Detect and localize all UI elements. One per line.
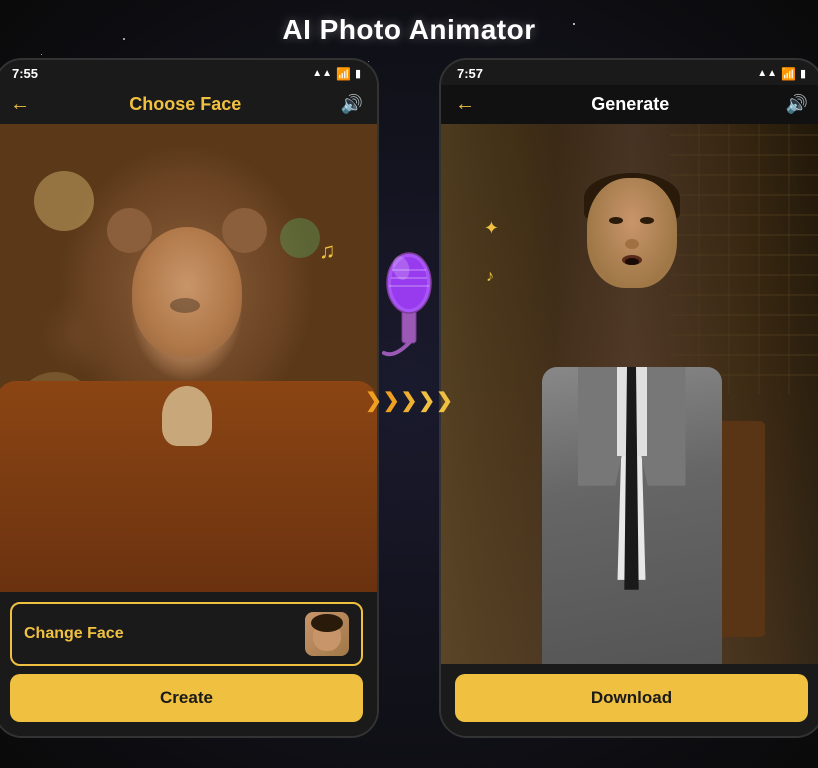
right-phone-bottom: Download [441, 664, 818, 736]
arrow-1-icon: ❯ [365, 388, 382, 413]
left-app-header: ← Choose Face 🔊 [0, 85, 377, 124]
change-face-button[interactable]: Change Face [10, 602, 363, 666]
right-status-bar: 7:57 ▲▲ 📶 ▮ [441, 60, 818, 85]
phones-container: 7:55 ▲▲ 📶 ▮ ← Choose Face 🔊 [0, 58, 818, 738]
suit-body [542, 367, 722, 664]
costume-body [0, 381, 377, 592]
arrow-2-icon: ❯ [383, 388, 400, 413]
change-face-label: Change Face [24, 625, 124, 643]
right-app-header: ← Generate 🔊 [441, 85, 818, 124]
arrow-4-icon: ❯ [418, 388, 435, 413]
microphone-svg [374, 248, 444, 358]
suit-man-image [441, 124, 818, 664]
window-light [441, 124, 555, 664]
microphone-decoration: ✦ ♫ ♪ ❯ ❯ [374, 248, 444, 363]
right-status-time: 7:57 [457, 66, 483, 81]
left-status-time: 7:55 [12, 66, 38, 81]
right-battery-icon: ▮ [800, 67, 806, 80]
wifi-icon: 📶 [336, 67, 351, 81]
right-wifi-icon: 📶 [781, 67, 796, 81]
right-phone: 7:57 ▲▲ 📶 ▮ ← Generate 🔊 [439, 58, 818, 738]
left-phone: 7:55 ▲▲ 📶 ▮ ← Choose Face 🔊 [0, 58, 379, 738]
arrow-3-icon: ❯ [401, 388, 418, 413]
right-header-title: Generate [591, 94, 669, 115]
left-phone-bottom: Change Face Create [0, 592, 377, 736]
right-photo-area [441, 124, 818, 664]
right-back-button[interactable]: ← [455, 93, 475, 116]
arrow-5-icon: ❯ [436, 388, 453, 413]
middle-decoration: ✦ ♫ ♪ ❯ ❯ [389, 58, 429, 738]
left-sound-button[interactable]: 🔊 [341, 94, 363, 115]
wall-pattern [670, 124, 818, 394]
face-thumbnail [305, 612, 349, 656]
left-photo-area [0, 124, 377, 592]
left-status-icons: ▲▲ 📶 ▮ [312, 67, 361, 81]
bokeh-1 [34, 171, 94, 231]
man-head [587, 178, 677, 288]
left-back-button[interactable]: ← [10, 93, 30, 116]
music-note-small-icon: ♪ [486, 268, 494, 286]
right-sound-button[interactable]: 🔊 [786, 94, 808, 115]
page-title: AI Photo Animator [282, 14, 535, 46]
monkey-child-image [0, 124, 377, 592]
left-header-title: Choose Face [129, 94, 241, 115]
battery-icon: ▮ [355, 67, 361, 80]
right-status-icons: ▲▲ 📶 ▮ [757, 67, 806, 81]
sparkle-icon: ✦ [484, 218, 499, 239]
right-signal-icon: ▲▲ [757, 68, 777, 79]
signal-icon: ▲▲ [312, 68, 332, 79]
create-button[interactable]: Create [10, 674, 363, 722]
download-button[interactable]: Download [455, 674, 808, 722]
music-note-icon: ♫ [319, 238, 336, 264]
arrows-decoration: ❯ ❯ ❯ ❯ ❯ [365, 388, 453, 413]
child-face [132, 227, 242, 357]
left-status-bar: 7:55 ▲▲ 📶 ▮ [0, 60, 377, 85]
bokeh-2 [280, 218, 320, 258]
